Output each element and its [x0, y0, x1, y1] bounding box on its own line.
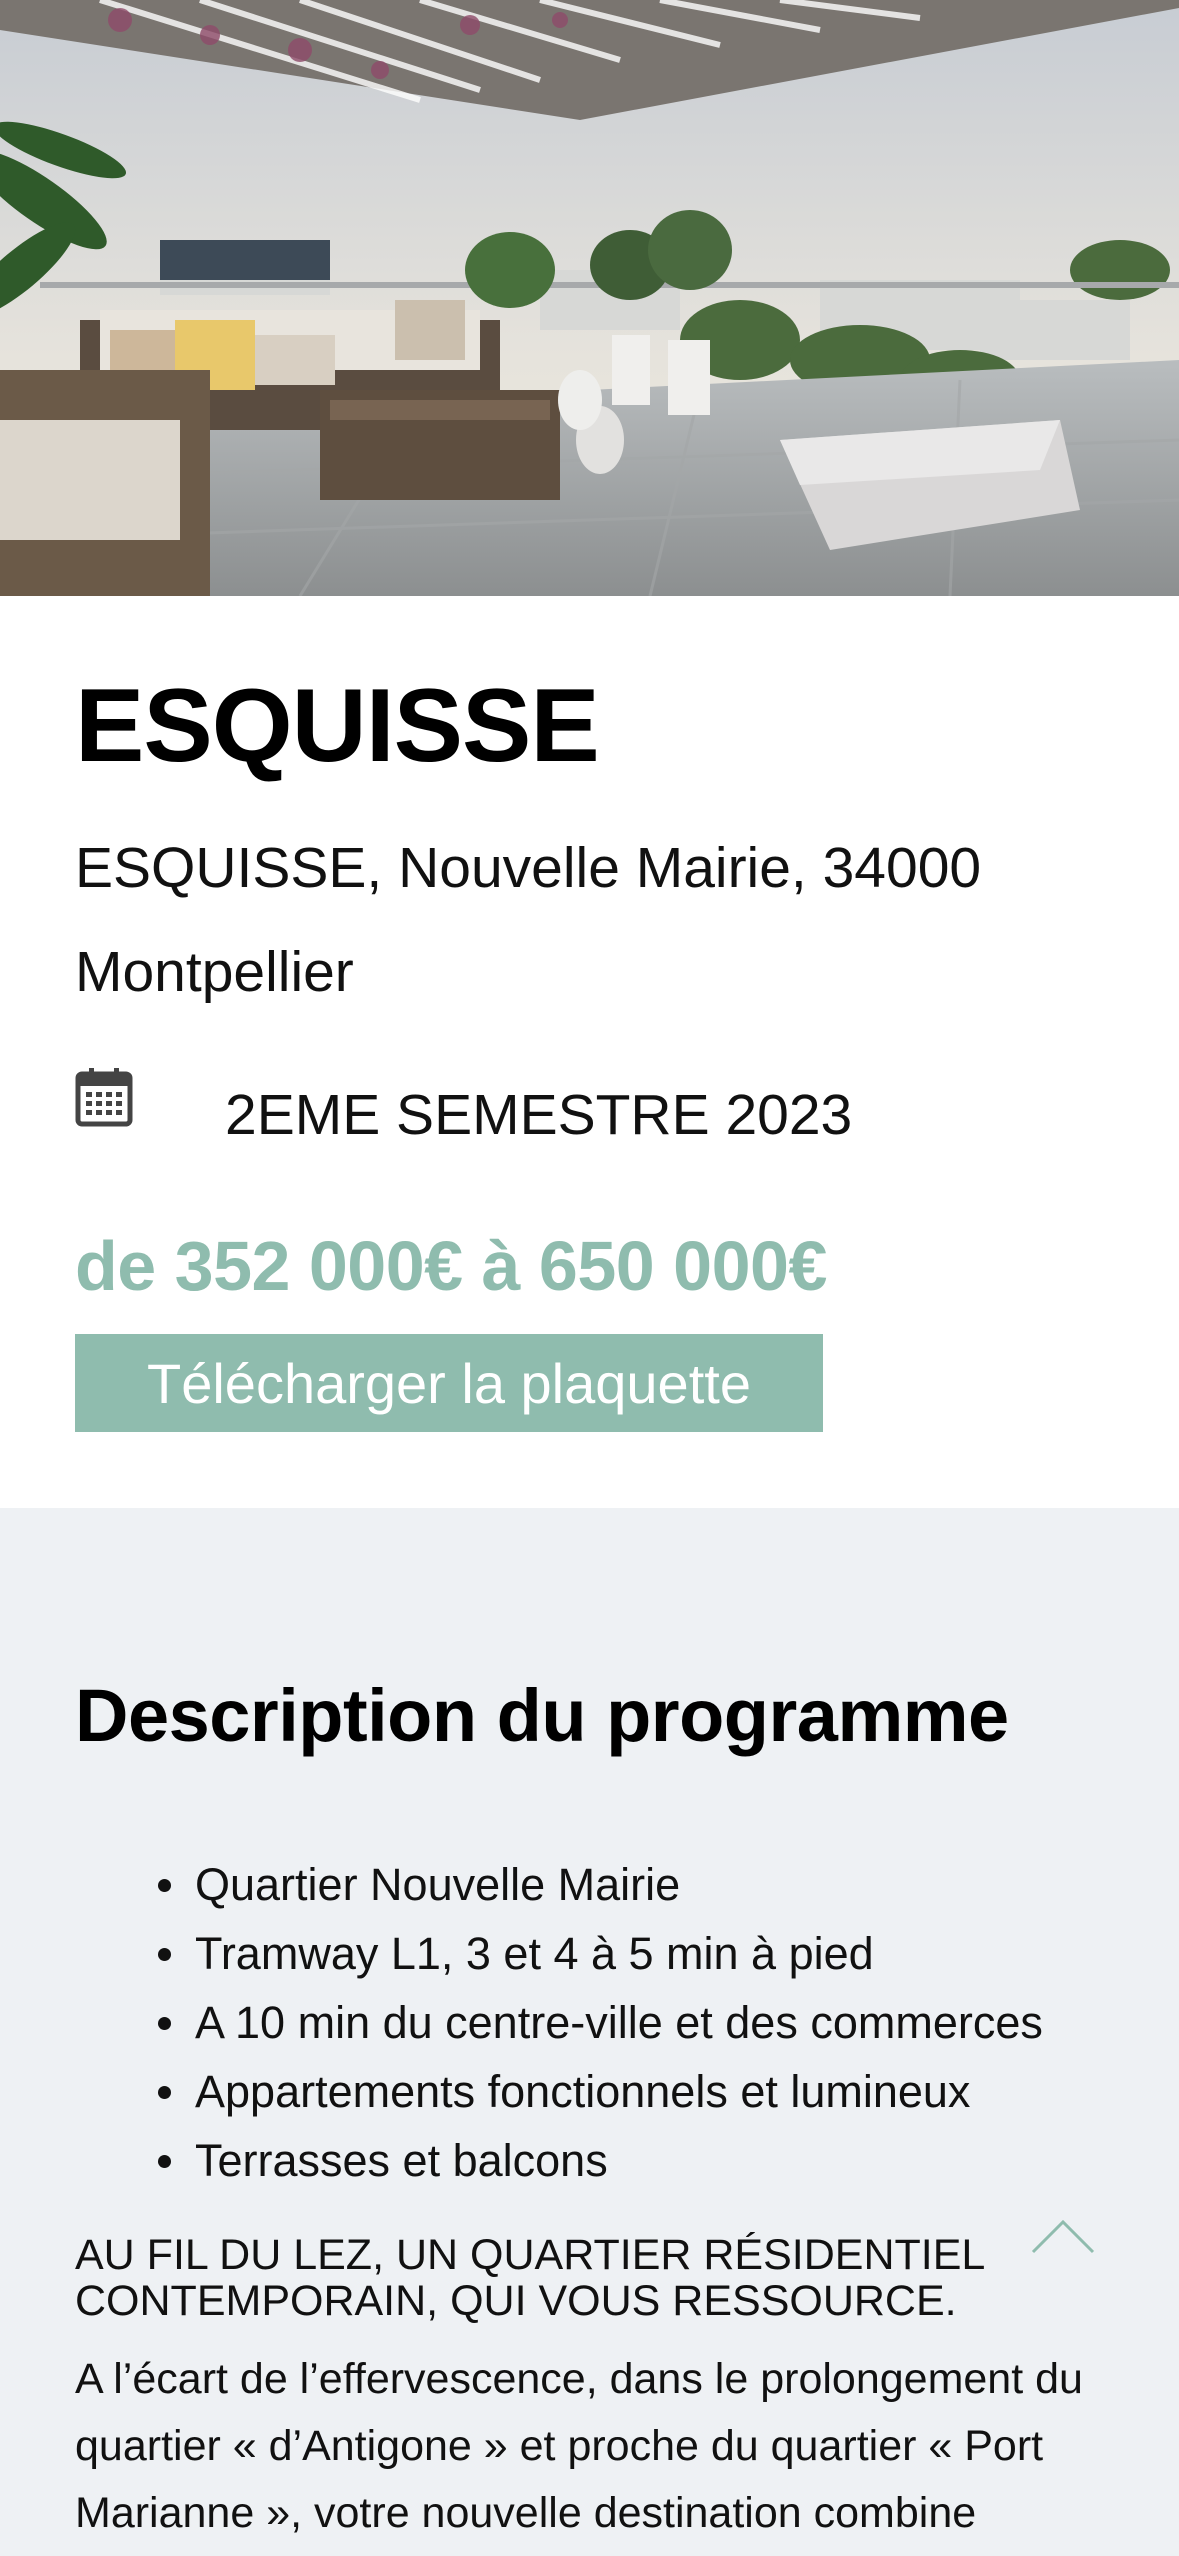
program-title: ESQUISSE — [75, 668, 600, 784]
description-body: A l’écart de l’effervescence, dans le pr… — [75, 2355, 1083, 2537]
list-item: Appartements fonctionnels et lumineux — [158, 2057, 1043, 2126]
price-range: de 352 000€ à 650 000€ — [75, 1227, 827, 1305]
list-item: Tramway L1, 3 et 4 à 5 min à pied — [158, 1919, 1043, 1988]
section-subheading: AU FIL DU LEZ, UN QUARTIER RÉSIDENTIEL C… — [75, 2231, 984, 2325]
feature-list: Quartier Nouvelle Mairie Tramway L1, 3 e… — [158, 1850, 1043, 2195]
program-address: ESQUISSE, Nouvelle Mairie, 34000 Montpel… — [75, 836, 982, 1004]
hero-image — [0, 0, 1179, 596]
delivery-row: 2EME SEMESTRE 2023 — [75, 1066, 1095, 1186]
description-heading: Description du programme — [75, 1674, 1009, 1757]
delivery-date: 2EME SEMESTRE 2023 — [225, 1083, 853, 1147]
calendar-icon — [75, 1068, 133, 1127]
terrace-illustration — [0, 0, 1179, 596]
program-description: Description du programme Quartier Nouvel… — [0, 1508, 1179, 2556]
list-item: A 10 min du centre-ville et des commerce… — [158, 1988, 1043, 2057]
program-info: ESQUISSE ESQUISSE, Nouvelle Mairie, 3400… — [0, 596, 1179, 1508]
list-item: Quartier Nouvelle Mairie — [158, 1850, 1043, 1919]
list-item: Terrasses et balcons — [158, 2126, 1043, 2195]
download-brochure-button[interactable]: Télécharger la plaquette — [75, 1334, 823, 1432]
